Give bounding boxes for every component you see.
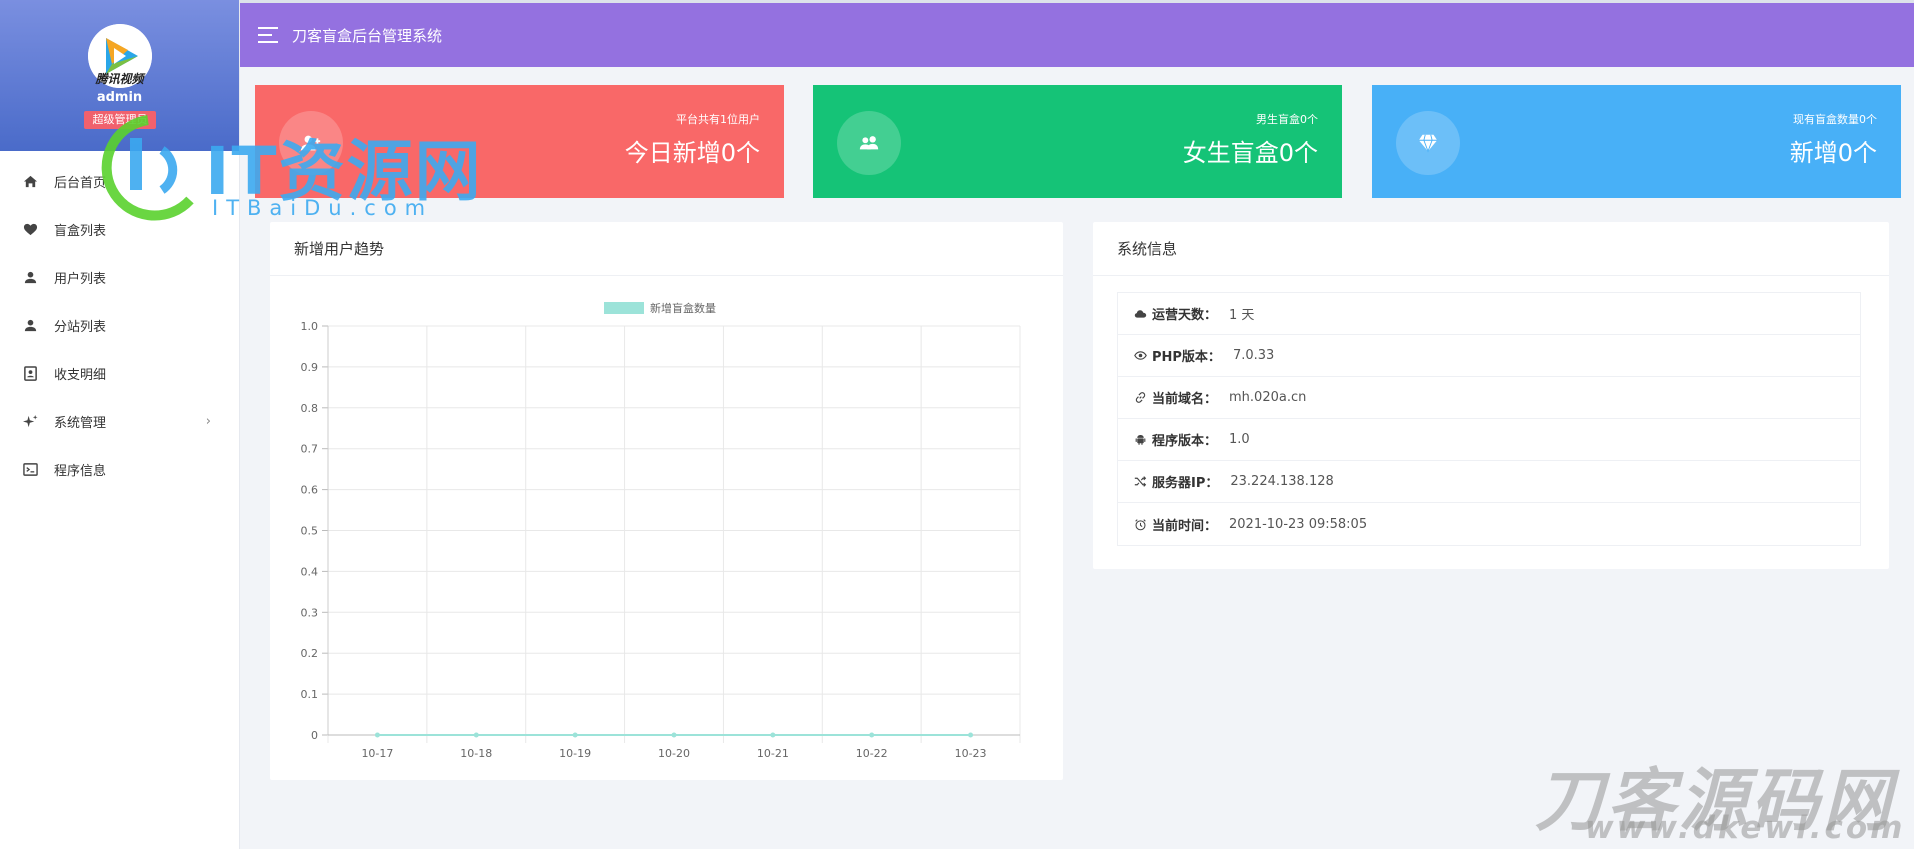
- chart-y-tick-label: 0.3: [301, 606, 319, 619]
- card-value: 新增0个: [1789, 139, 1877, 167]
- chart-y-tick-label: 1.0: [301, 320, 319, 333]
- info-row-version: 程序版本： 1.0: [1118, 419, 1860, 461]
- home-icon: [22, 173, 38, 189]
- shuffle-icon: [1134, 475, 1148, 489]
- sidebar-item-label: 系统管理: [54, 415, 107, 431]
- alarm-icon: [1134, 517, 1148, 531]
- chart-point: [374, 732, 380, 738]
- info-value: 7.0.33: [1232, 348, 1275, 363]
- stat-card-boxes: 男生盲盒0个 女生盲盒0个: [813, 85, 1342, 198]
- user-trend-panel: 新增用户趋势 1.0 0.9 0.8 0.7 0.6 0.5 0.4 0.3 0.2 0.1 0 10…: [270, 222, 1063, 780]
- chart-y-tick-label: 0.4: [301, 565, 319, 578]
- info-row-php: PHP版本： 7.0.33: [1118, 335, 1860, 377]
- info-value: 1.0: [1229, 432, 1250, 447]
- chart-x-tick-label: 10-21: [757, 747, 789, 760]
- sidebar-item-finance[interactable]: 收支明细: [0, 349, 239, 397]
- cloud-icon: [1134, 307, 1148, 321]
- app-title: 刀客盲盒后台管理系统: [292, 26, 443, 45]
- diamond-icon: [1396, 111, 1460, 175]
- chart-point: [869, 732, 875, 738]
- chart-legend-label: 新增盲盒数量: [650, 301, 716, 315]
- info-label: 程序版本：: [1152, 434, 1218, 449]
- info-label: 服务器IP：: [1152, 476, 1219, 491]
- chevron-right-icon: ›: [205, 413, 211, 429]
- chart-y-tick-label: 0: [311, 729, 318, 742]
- chart-point: [770, 732, 776, 738]
- sidebar-item-label: 收支明细: [54, 367, 107, 383]
- chart-x-tick-label: 10-17: [361, 747, 393, 760]
- android-icon: [1134, 433, 1148, 447]
- heart-icon: [22, 221, 38, 237]
- chart-x-tick-label: 10-18: [460, 747, 492, 760]
- user-icon: [22, 269, 38, 285]
- sidebar-item-system[interactable]: 系统管理 ›: [0, 397, 239, 445]
- user-icon: [22, 317, 38, 333]
- eye-icon: [1134, 349, 1148, 363]
- info-label: PHP版本：: [1152, 350, 1221, 365]
- chart-point: [473, 732, 479, 738]
- sidebar-item-label: 程序信息: [54, 463, 107, 479]
- sidebar-item-program-info[interactable]: 程序信息: [0, 445, 239, 493]
- stat-card-stock: 现有盲盒数量0个 新增0个: [1372, 85, 1901, 198]
- watermark-itbaidu-sub: ITBaiDu.com: [212, 196, 434, 220]
- info-row-uptime: 运营天数： 1 天: [1118, 293, 1860, 335]
- username: admin: [96, 90, 143, 105]
- chart-x-tick-label: 10-19: [559, 747, 591, 760]
- info-value: mh.020a.cn: [1229, 390, 1307, 405]
- info-label: 运营天数：: [1152, 308, 1218, 323]
- card-subtitle: 现有盲盒数量0个: [1793, 113, 1877, 126]
- chart-point: [671, 732, 677, 738]
- chart-y-tick-label: 0.2: [301, 647, 319, 660]
- info-value: 2021-10-23 09:58:05: [1229, 516, 1368, 532]
- chart-x-tick-label: 10-23: [955, 747, 987, 760]
- card-subtitle: 男生盲盒0个: [1256, 113, 1318, 126]
- chart-x-tick-label: 10-20: [658, 747, 690, 760]
- chart-y-tick-label: 0.7: [301, 443, 319, 456]
- card-value: 女生盲盒0个: [1182, 139, 1318, 167]
- card-value: 今日新增0个: [624, 139, 760, 167]
- sparkle-icon: [22, 413, 38, 429]
- user-trend-chart: 1.0 0.9 0.8 0.7 0.6 0.5 0.4 0.3 0.2 0.1 0 10-17 10-1…: [301, 301, 1021, 760]
- info-label: 当前时间：: [1152, 518, 1218, 534]
- chart-y-tick-label: 0.9: [301, 361, 319, 374]
- system-info-table: 运营天数： 1 天 PHP版本： 7.0.33 当前域名： mh.020a.cn…: [1117, 292, 1861, 546]
- info-row-domain: 当前域名： mh.020a.cn: [1118, 377, 1860, 419]
- chart-point: [968, 732, 974, 738]
- info-row-server-ip: 服务器IP： 23.224.138.128: [1118, 461, 1860, 503]
- chart-y-tick-label: 0.6: [301, 484, 319, 497]
- chart-y-tick-label: 0.8: [301, 402, 319, 415]
- system-info-panel: 系统信息 运营天数： 1 天 PHP版本： 7.0.33 当前域名： mh.02…: [1093, 222, 1889, 569]
- users-icon: [837, 111, 901, 175]
- info-value: 23.224.138.128: [1230, 474, 1334, 489]
- info-value: 1 天: [1229, 308, 1255, 323]
- chart-legend-swatch: [604, 302, 644, 314]
- chart-y-tick-label: 0.1: [301, 688, 319, 701]
- sidebar-item-label: 分站列表: [54, 319, 107, 335]
- card-subtitle: 平台共有1位用户: [676, 113, 760, 126]
- chart-point: [572, 732, 578, 738]
- info-label: 当前域名：: [1152, 392, 1218, 407]
- avatar-caption: 腾讯视频: [95, 72, 144, 86]
- contact-book-icon: [22, 365, 38, 381]
- link-icon: [1134, 391, 1148, 405]
- chart-x-tick-label: 10-22: [856, 747, 888, 760]
- watermark-dkewl-sub: www.dkewl.com: [1585, 810, 1906, 846]
- sidebar-item-substation-list[interactable]: 分站列表: [0, 301, 239, 349]
- panel-title: 系统信息: [1093, 222, 1889, 276]
- top-header: 刀客盲盒后台管理系统: [240, 0, 1914, 67]
- sidebar-item-user-list[interactable]: 用户列表: [0, 253, 239, 301]
- chart-y-tick-label: 0.5: [301, 525, 319, 538]
- menu-toggle-icon[interactable]: [258, 27, 278, 43]
- terminal-icon: [22, 461, 38, 477]
- info-row-time: 当前时间： 2021-10-23 09:58:05: [1118, 503, 1860, 545]
- panel-title: 新增用户趋势: [270, 222, 1063, 276]
- sidebar-item-label: 用户列表: [54, 271, 107, 287]
